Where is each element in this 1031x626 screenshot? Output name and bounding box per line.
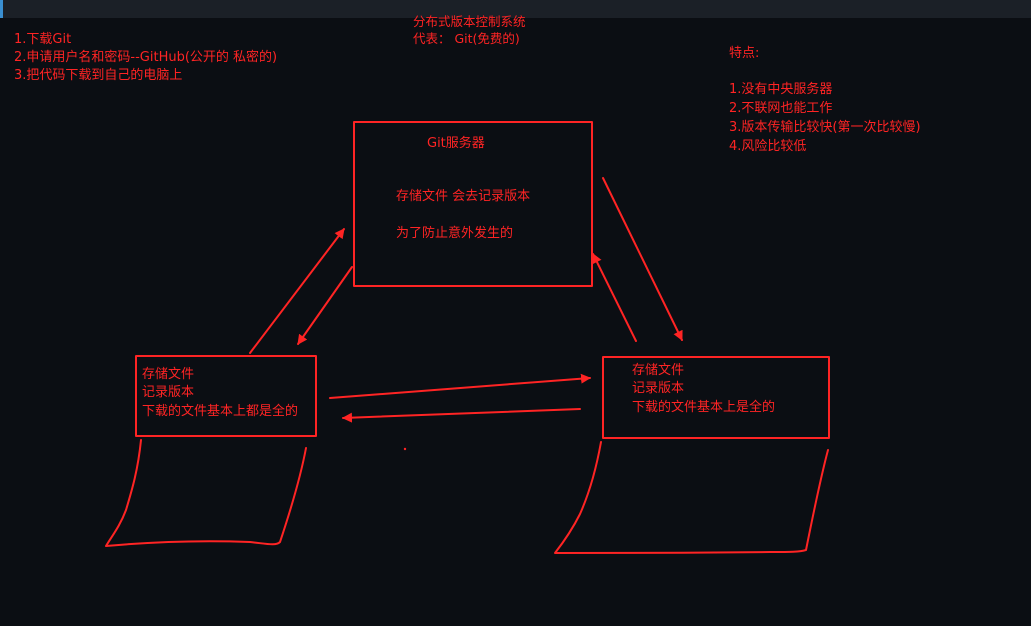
left-client-line-2: 记录版本 xyxy=(142,385,195,400)
left-client-line-1: 存储文件 xyxy=(142,367,195,382)
feature-3: 3.版本传输比较快(第一次比较慢) xyxy=(729,120,921,135)
server-line-2: 为了防止意外发生的 xyxy=(396,226,514,241)
right-client-line-3: 下载的文件基本上是全的 xyxy=(632,400,776,415)
step-3: 3.把代码下载到自己的电脑上 xyxy=(14,68,183,83)
feature-2: 2.不联网也能工作 xyxy=(729,101,833,116)
feature-4: 4.风险比较低 xyxy=(729,139,807,154)
arrow-right-to-server xyxy=(592,253,637,342)
right-client-line-1: 存储文件 xyxy=(632,363,685,378)
arrow-server-to-right xyxy=(602,177,683,341)
left-laptop-sketch xyxy=(105,439,307,547)
representative-label: 代表： Git(免费的) xyxy=(413,31,520,46)
diagram-drawing xyxy=(105,121,830,554)
diagram-title: 分布式版本控制系统 xyxy=(413,14,526,29)
arrow-left-to-server xyxy=(249,228,345,354)
right-client-line-2: 记录版本 xyxy=(632,381,685,396)
feature-1: 1.没有中央服务器 xyxy=(729,82,833,97)
server-title: Git服务器 xyxy=(427,136,485,151)
left-client-line-3: 下载的文件基本上都是全的 xyxy=(142,404,299,419)
features-heading: 特点: xyxy=(729,46,760,61)
arrow-left-to-right xyxy=(329,373,591,399)
right-laptop-sketch xyxy=(554,441,829,554)
arrow-right-to-left xyxy=(342,408,581,423)
server-line-1: 存储文件 会去记录版本 xyxy=(396,189,531,204)
step-1: 1.下载Git xyxy=(14,32,72,47)
step-2: 2.申请用户名和密码--GitHub(公开的 私密的) xyxy=(14,50,278,65)
stray-dot xyxy=(403,447,407,451)
